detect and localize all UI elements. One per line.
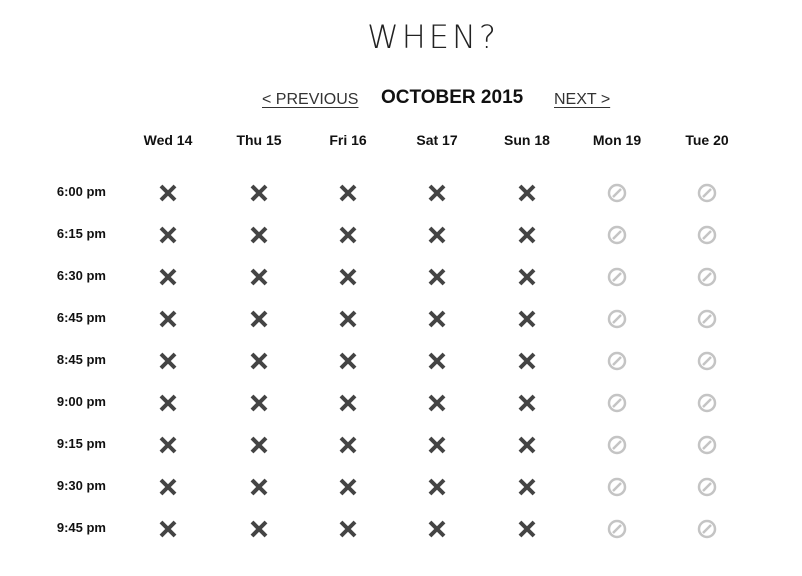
- x-icon: [426, 224, 448, 246]
- no-entry-icon: [696, 308, 718, 330]
- x-icon: [426, 266, 448, 288]
- x-icon: [157, 434, 179, 456]
- x-icon: [337, 392, 359, 414]
- no-entry-icon: [696, 224, 718, 246]
- time-slot-label: 9:30 pm: [56, 478, 106, 493]
- x-icon: [337, 518, 359, 540]
- x-icon: [516, 476, 538, 498]
- x-icon: [516, 518, 538, 540]
- x-icon: [337, 476, 359, 498]
- x-icon: [248, 308, 270, 330]
- x-icon: [516, 434, 538, 456]
- x-icon: [248, 476, 270, 498]
- day-header: Tue 20: [685, 132, 729, 148]
- month-navigation: < PREVIOUS OCTOBER 2015 NEXT >: [0, 86, 802, 114]
- previous-month-link[interactable]: < PREVIOUS: [262, 91, 358, 109]
- day-header: Thu 15: [236, 132, 282, 148]
- day-header: Wed 14: [143, 132, 193, 148]
- time-slot-label: 6:00 pm: [56, 184, 106, 199]
- x-icon: [516, 182, 538, 204]
- x-icon: [157, 392, 179, 414]
- time-slot-label: 9:45 pm: [56, 520, 106, 535]
- no-entry-icon: [606, 266, 628, 288]
- x-icon: [157, 350, 179, 372]
- no-entry-icon: [696, 434, 718, 456]
- x-icon: [248, 392, 270, 414]
- x-icon: [426, 392, 448, 414]
- no-entry-icon: [606, 182, 628, 204]
- x-icon: [337, 434, 359, 456]
- x-icon: [248, 224, 270, 246]
- no-entry-icon: [696, 182, 718, 204]
- time-slot-label: 6:15 pm: [56, 226, 106, 241]
- no-entry-icon: [606, 518, 628, 540]
- x-icon: [426, 350, 448, 372]
- x-icon: [248, 182, 270, 204]
- time-slot-label: 6:45 pm: [56, 310, 106, 325]
- time-slot-label: 9:00 pm: [56, 394, 106, 409]
- x-icon: [516, 266, 538, 288]
- no-entry-icon: [696, 266, 718, 288]
- page-title: WHEN?: [367, 18, 499, 56]
- x-icon: [516, 392, 538, 414]
- x-icon: [337, 182, 359, 204]
- x-icon: [516, 350, 538, 372]
- no-entry-icon: [696, 476, 718, 498]
- day-header: Fri 16: [329, 132, 367, 148]
- x-icon: [337, 224, 359, 246]
- time-slot-label: 8:45 pm: [56, 352, 106, 367]
- x-icon: [157, 518, 179, 540]
- x-icon: [337, 350, 359, 372]
- no-entry-icon: [606, 308, 628, 330]
- x-icon: [426, 434, 448, 456]
- x-icon: [426, 476, 448, 498]
- x-icon: [157, 266, 179, 288]
- x-icon: [248, 518, 270, 540]
- next-month-link[interactable]: NEXT >: [554, 91, 610, 109]
- x-icon: [248, 350, 270, 372]
- no-entry-icon: [696, 518, 718, 540]
- no-entry-icon: [696, 392, 718, 414]
- x-icon: [516, 224, 538, 246]
- x-icon: [157, 308, 179, 330]
- no-entry-icon: [606, 434, 628, 456]
- x-icon: [248, 434, 270, 456]
- no-entry-icon: [606, 350, 628, 372]
- x-icon: [157, 182, 179, 204]
- no-entry-icon: [606, 224, 628, 246]
- x-icon: [157, 224, 179, 246]
- day-header: Mon 19: [592, 132, 642, 148]
- x-icon: [426, 182, 448, 204]
- no-entry-icon: [696, 350, 718, 372]
- x-icon: [337, 266, 359, 288]
- day-header: Sat 17: [416, 132, 458, 148]
- no-entry-icon: [606, 392, 628, 414]
- x-icon: [157, 476, 179, 498]
- no-entry-icon: [606, 476, 628, 498]
- day-header: Sun 18: [504, 132, 550, 148]
- time-slot-label: 9:15 pm: [56, 436, 106, 451]
- time-slot-label: 6:30 pm: [56, 268, 106, 283]
- x-icon: [426, 518, 448, 540]
- x-icon: [516, 308, 538, 330]
- x-icon: [426, 308, 448, 330]
- current-month-label: OCTOBER 2015: [381, 87, 524, 108]
- x-icon: [248, 266, 270, 288]
- x-icon: [337, 308, 359, 330]
